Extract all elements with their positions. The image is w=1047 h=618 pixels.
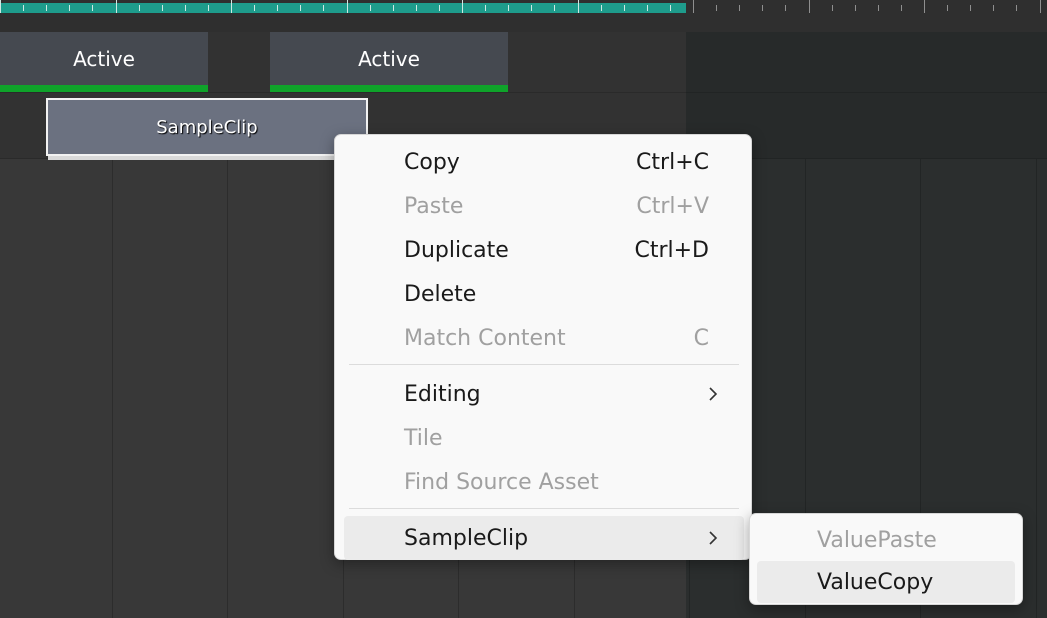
ruler-minor-tick bbox=[23, 5, 24, 11]
timeline-ruler[interactable] bbox=[0, 0, 1047, 32]
menu-item-sampleclip[interactable]: SampleClip bbox=[344, 516, 744, 560]
menu-item-copy[interactable]: Copy Ctrl+C bbox=[344, 140, 744, 184]
menu-item-editing[interactable]: Editing bbox=[344, 372, 744, 416]
ruler-minor-tick bbox=[970, 5, 971, 11]
menu-item-label: Paste bbox=[404, 193, 464, 219]
ruler-minor-tick bbox=[277, 5, 278, 11]
ruler-minor-tick bbox=[531, 5, 532, 11]
submenu-item-label: ValueCopy bbox=[817, 569, 934, 595]
activation-clip-label: Active bbox=[358, 47, 420, 71]
submenu-item-valuepaste[interactable]: ValuePaste bbox=[757, 519, 1015, 561]
ruler-minor-tick bbox=[901, 5, 902, 11]
submenu-item-label: ValuePaste bbox=[817, 527, 937, 553]
menu-item-label: Duplicate bbox=[404, 237, 509, 263]
ruler-major-tick bbox=[809, 0, 810, 13]
ruler-minor-tick bbox=[947, 5, 948, 11]
menu-item-find-source-asset[interactable]: Find Source Asset bbox=[344, 460, 744, 504]
ruler-active-range bbox=[0, 3, 686, 13]
menu-item-label: Editing bbox=[404, 381, 481, 407]
menu-item-label: Copy bbox=[404, 149, 460, 175]
ruler-minor-tick bbox=[254, 5, 255, 11]
menu-item-paste[interactable]: Paste Ctrl+V bbox=[344, 184, 744, 228]
menu-item-duplicate[interactable]: Duplicate Ctrl+D bbox=[344, 228, 744, 272]
menu-item-label: SampleClip bbox=[404, 525, 529, 551]
ruler-minor-tick bbox=[439, 5, 440, 11]
menu-item-delete[interactable]: Delete bbox=[344, 272, 744, 316]
ruler-major-tick bbox=[578, 0, 579, 13]
menu-item-shortcut: C bbox=[693, 325, 709, 351]
ruler-major-tick bbox=[0, 0, 1, 13]
ruler-minor-tick bbox=[485, 5, 486, 11]
ruler-minor-tick bbox=[416, 5, 417, 11]
ruler-minor-tick bbox=[370, 5, 371, 11]
chevron-right-icon bbox=[709, 531, 718, 545]
menu-item-shortcut: Ctrl+C bbox=[636, 149, 709, 175]
context-menu: Copy Ctrl+C Paste Ctrl+V Duplicate Ctrl+… bbox=[334, 134, 752, 560]
ruler-minor-tick bbox=[46, 5, 47, 11]
ruler-minor-tick bbox=[69, 5, 70, 11]
ruler-major-tick bbox=[347, 0, 348, 13]
ruler-minor-tick bbox=[739, 5, 740, 11]
ruler-minor-tick bbox=[785, 5, 786, 11]
menu-item-label: Tile bbox=[404, 425, 443, 451]
ruler-minor-tick bbox=[855, 5, 856, 11]
ruler-minor-tick bbox=[1016, 5, 1017, 11]
activation-clip-1[interactable]: Active bbox=[0, 32, 208, 92]
menu-item-label: Delete bbox=[404, 281, 477, 307]
ruler-minor-tick bbox=[762, 5, 763, 11]
sample-clip-label: SampleClip bbox=[156, 116, 258, 138]
ruler-minor-tick bbox=[323, 5, 324, 11]
ruler-minor-tick bbox=[208, 5, 209, 11]
ruler-minor-tick bbox=[716, 5, 717, 11]
ruler-minor-tick bbox=[162, 5, 163, 11]
ruler-minor-tick bbox=[92, 5, 93, 11]
ruler-major-tick bbox=[231, 0, 232, 13]
ruler-minor-tick bbox=[554, 5, 555, 11]
sample-clip[interactable]: SampleClip bbox=[46, 98, 368, 160]
ruler-minor-tick bbox=[601, 5, 602, 11]
menu-item-shortcut: Ctrl+V bbox=[636, 193, 709, 219]
ruler-minor-tick bbox=[832, 5, 833, 11]
ruler-minor-tick bbox=[878, 5, 879, 11]
menu-item-match-content[interactable]: Match Content C bbox=[344, 316, 744, 360]
ruler-major-tick bbox=[116, 0, 117, 13]
menu-item-shortcut: Ctrl+D bbox=[634, 237, 709, 263]
ruler-minor-tick bbox=[185, 5, 186, 11]
ruler-major-tick bbox=[924, 0, 925, 13]
menu-item-label: Match Content bbox=[404, 325, 566, 351]
ruler-minor-tick bbox=[647, 5, 648, 11]
grid-line bbox=[227, 158, 228, 618]
submenu-item-valuecopy[interactable]: ValueCopy bbox=[757, 561, 1015, 603]
menu-item-label: Find Source Asset bbox=[404, 469, 599, 495]
chevron-right-icon bbox=[709, 387, 718, 401]
grid-line bbox=[112, 158, 113, 618]
ruler-minor-tick bbox=[300, 5, 301, 11]
sampleclip-submenu: ValuePaste ValueCopy bbox=[749, 513, 1023, 605]
menu-item-tile[interactable]: Tile bbox=[344, 416, 744, 460]
activation-clip-2[interactable]: Active bbox=[270, 32, 508, 92]
ruler-major-tick bbox=[462, 0, 463, 13]
ruler-major-tick bbox=[1040, 0, 1041, 13]
menu-separator bbox=[349, 508, 739, 509]
ruler-minor-tick bbox=[993, 5, 994, 11]
ruler-major-tick bbox=[693, 0, 694, 13]
ruler-minor-tick bbox=[624, 5, 625, 11]
ruler-minor-tick bbox=[670, 5, 671, 11]
menu-separator bbox=[349, 364, 739, 365]
ruler-minor-tick bbox=[508, 5, 509, 11]
ruler-minor-tick bbox=[393, 5, 394, 11]
ruler-minor-tick bbox=[139, 5, 140, 11]
activation-clip-label: Active bbox=[73, 47, 135, 71]
